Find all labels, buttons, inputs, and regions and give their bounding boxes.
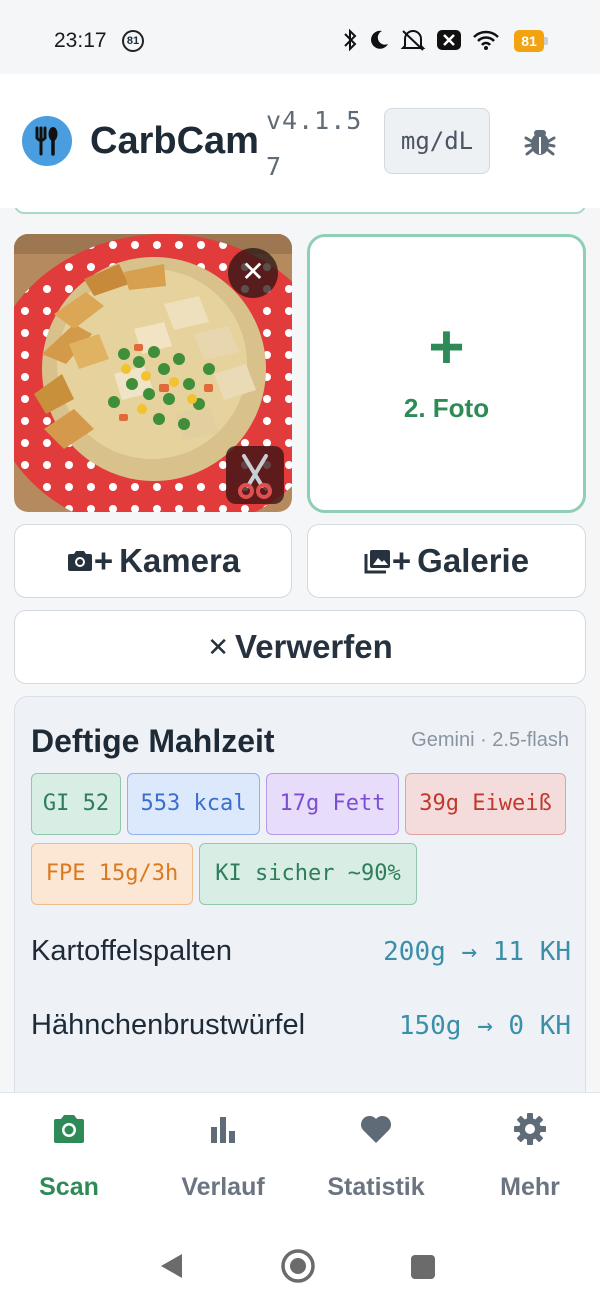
food-photo[interactable]: ✕ xyxy=(14,234,292,512)
gear-icon xyxy=(514,1113,546,1145)
bar-chart-icon xyxy=(211,1117,235,1143)
status-icons xyxy=(342,28,500,52)
analysis-result-card: Deftige Mahlzeit Gemini · 2.5-flash GI 5… xyxy=(14,696,586,1092)
recents-icon[interactable] xyxy=(410,1254,436,1280)
protein-badge: 39g Eiweiß xyxy=(405,773,566,835)
previous-card-edge xyxy=(14,208,586,214)
meal-title: Deftige Mahlzeit xyxy=(31,723,275,759)
system-navigation-bar xyxy=(0,1222,600,1306)
food-item-name: Hähnchenbrustwürfel xyxy=(31,1009,306,1041)
nav-item-statistik[interactable]: Statistik xyxy=(301,1093,451,1223)
nav-label-verlauf: Verlauf xyxy=(181,1173,265,1201)
gallery-icon xyxy=(364,548,392,574)
food-item-amount: 200g → 11 KH xyxy=(383,937,571,967)
back-icon[interactable] xyxy=(158,1252,184,1280)
status-bar: 23:17 81 81 xyxy=(0,0,600,74)
bluetooth-icon xyxy=(344,28,357,52)
add-photo-label: 2. Foto xyxy=(403,393,490,423)
ai-confidence-badge: KI sicher ~90% xyxy=(199,843,417,905)
battery-tip xyxy=(544,37,548,45)
heart-icon xyxy=(360,1115,392,1143)
food-item-name: Kartoffelspalten xyxy=(31,935,232,967)
nav-label-scan: Scan xyxy=(39,1173,99,1201)
fork-spoon-icon xyxy=(22,116,72,166)
camera-button-label: Kamera xyxy=(119,542,241,579)
gi-badge: GI 52 xyxy=(31,773,121,835)
add-second-photo-button[interactable]: + 2. Foto xyxy=(307,234,586,513)
app-header: CarbCam v4.1.57 mg/dL xyxy=(0,74,600,208)
camera-icon xyxy=(54,1115,84,1143)
food-item-row[interactable]: Kartoffelspalten 200g → 11 KH xyxy=(31,935,571,975)
gallery-plus: + xyxy=(391,542,412,579)
camera-plus: + xyxy=(93,542,114,579)
nav-item-mehr[interactable]: Mehr xyxy=(455,1093,600,1223)
crop-scissors-icon[interactable] xyxy=(226,446,284,504)
gallery-button-label: Galerie xyxy=(417,542,530,579)
app-title: CarbCam xyxy=(90,120,259,162)
ai-model-label: Gemini · 2.5-flash xyxy=(411,729,569,751)
remove-photo-button[interactable]: ✕ xyxy=(228,248,278,298)
kcal-badge: 553 kcal xyxy=(127,773,260,835)
home-icon[interactable] xyxy=(280,1248,316,1284)
nav-item-scan[interactable]: Scan xyxy=(0,1093,144,1223)
moon-icon xyxy=(371,30,388,49)
app-version: v4.1.57 xyxy=(266,106,363,181)
bug-icon[interactable] xyxy=(522,124,558,160)
mute-icon xyxy=(400,30,426,51)
nav-label-mehr: Mehr xyxy=(500,1173,560,1201)
discard-button[interactable]: ✕ Verwerfen xyxy=(14,610,586,684)
plus-icon: + xyxy=(428,313,465,382)
wifi-icon xyxy=(473,30,499,50)
scan-content[interactable]: ✕ + 2. Foto + Kamera + Galerie ✕ Verwerf… xyxy=(0,208,600,1092)
nav-label-statistik: Statistik xyxy=(327,1173,425,1201)
fat-badge: 17g Fett xyxy=(266,773,399,835)
battery-icon: 81 xyxy=(514,30,544,52)
status-time: 23:17 xyxy=(54,29,107,52)
camera-button[interactable]: + Kamera xyxy=(14,524,292,598)
food-item-amount: 150g → 0 KH xyxy=(398,1011,571,1041)
camera-icon xyxy=(66,549,94,573)
close-icon: ✕ xyxy=(207,631,230,662)
no-sim-icon xyxy=(437,30,461,50)
nav-item-verlauf[interactable]: Verlauf xyxy=(148,1093,298,1223)
food-item-row[interactable]: Hähnchenbrustwürfel 150g → 0 KH xyxy=(31,1009,571,1049)
gallery-button[interactable]: + Galerie xyxy=(307,524,586,598)
fpe-badge: FPE 15g/3h xyxy=(31,843,193,905)
bottom-navigation: Scan Verlauf Statistik Mehr xyxy=(0,1092,600,1222)
unit-toggle-button[interactable]: mg/dL xyxy=(384,108,490,174)
notification-count-icon: 81 xyxy=(122,30,144,52)
discard-button-label: Verwerfen xyxy=(235,628,393,665)
